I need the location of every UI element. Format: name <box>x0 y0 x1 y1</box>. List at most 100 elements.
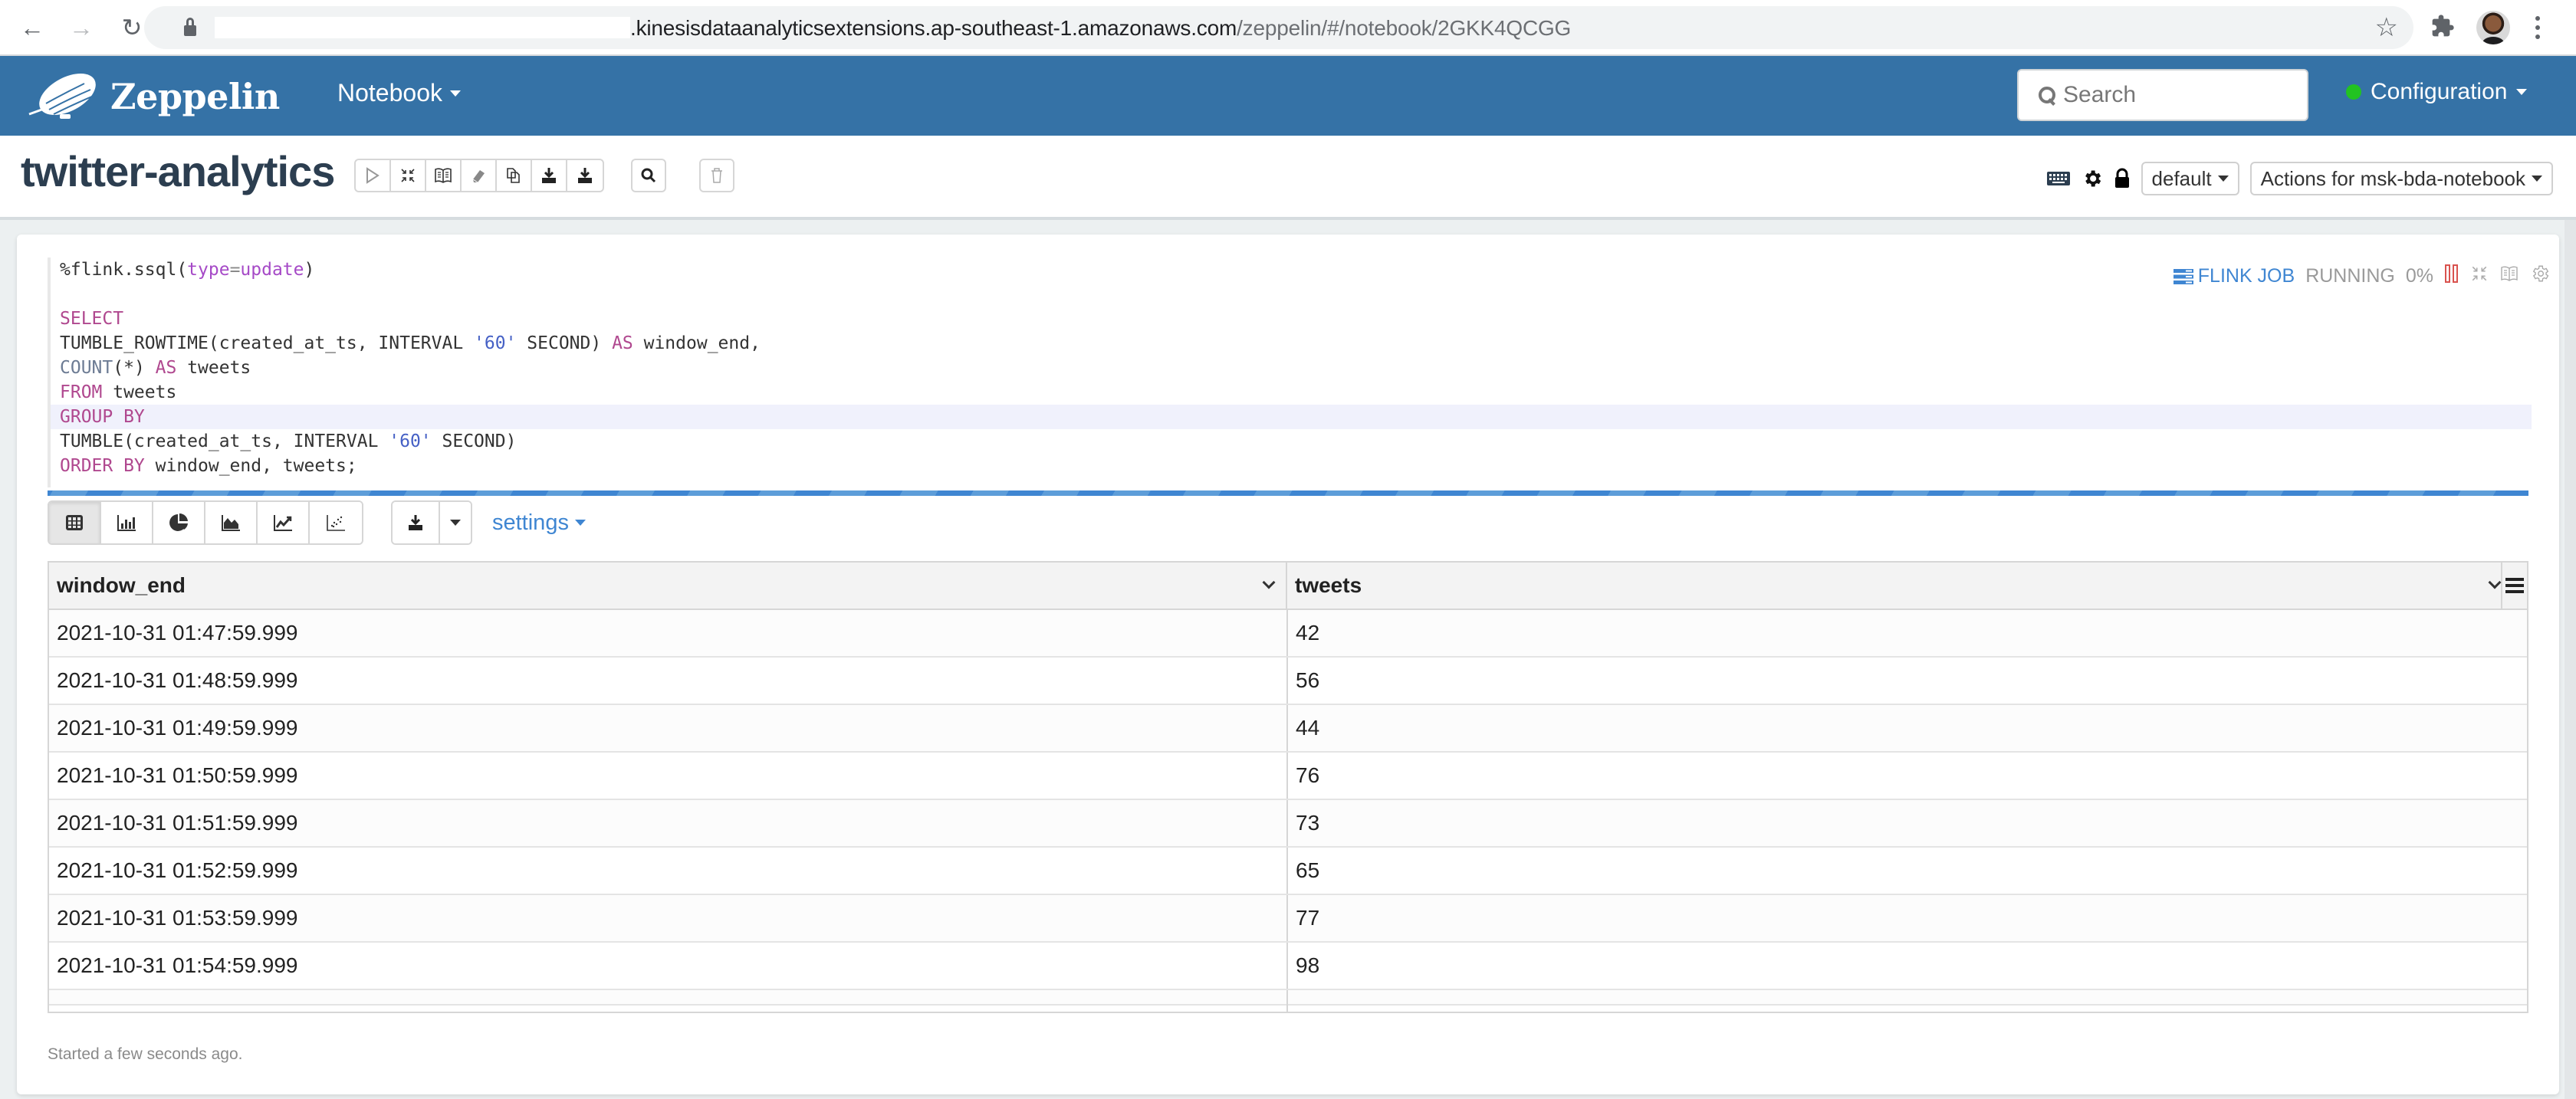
notebook-header: twitter-analytics default Actions for ms… <box>0 136 2576 220</box>
caret-down-icon <box>2532 176 2542 182</box>
table-row-partial <box>49 990 2527 1012</box>
notebook-title[interactable]: twitter-analytics <box>21 146 335 196</box>
code-token: SECOND) <box>516 333 613 353</box>
grid-menu-icon[interactable] <box>2501 563 2527 609</box>
code-line[interactable]: GROUP BY <box>51 405 2532 429</box>
column-header-tweets[interactable]: tweets <box>1287 563 2502 609</box>
pie-chart-icon <box>169 513 188 531</box>
flink-job-icon <box>2173 268 2193 284</box>
download-format-toggle[interactable] <box>440 502 471 543</box>
caret-down-icon <box>2217 176 2229 182</box>
code-token: '60' <box>389 431 432 451</box>
code-token: GROUP BY <box>60 407 145 427</box>
lock-icon[interactable] <box>2114 168 2131 189</box>
scatter-chart-button[interactable] <box>310 502 362 543</box>
code-token: (*) <box>113 358 156 378</box>
cell-tweets: 77 <box>1296 906 1320 930</box>
toggle-output-button[interactable] <box>426 160 462 191</box>
run-all-button[interactable] <box>356 160 391 191</box>
export-ipynb-button[interactable] <box>567 160 603 191</box>
code-line[interactable]: TUMBLE(created_at_ts, INTERVAL '60' SECO… <box>60 429 516 454</box>
clear-output-button[interactable] <box>462 160 497 191</box>
back-arrow-icon[interactable]: ← <box>17 12 48 43</box>
collapse-code-button[interactable] <box>391 160 426 191</box>
code-token: = <box>229 260 241 280</box>
code-line[interactable]: SELECT <box>60 307 123 331</box>
visualization-buttons <box>48 500 363 545</box>
search-field[interactable] <box>2017 69 2308 121</box>
cell-tweets: 98 <box>1296 953 1320 977</box>
paragraph-status: RUNNING <box>2305 265 2395 287</box>
forward-arrow-icon[interactable]: → <box>66 12 97 43</box>
paragraph-footer-status: Started a few seconds ago. <box>48 1045 243 1063</box>
zeppelin-home-link[interactable]: Zeppelin <box>23 70 280 123</box>
cancel-pause-icon[interactable] <box>2444 264 2459 289</box>
table-body: 2021-10-31 01:47:59.999 42 2021-10-31 01:4… <box>49 610 2527 1012</box>
settings-label: settings <box>492 510 569 535</box>
extensions-puzzle-icon[interactable] <box>2430 14 2455 44</box>
reload-icon[interactable]: ↻ <box>117 12 147 43</box>
profile-avatar[interactable] <box>2476 11 2510 44</box>
column-menu-chevron-icon[interactable] <box>1262 576 1276 589</box>
export-ipynb-icon <box>578 168 592 183</box>
notebook-header-right: default Actions for msk-bda-notebook <box>2046 162 2553 195</box>
line-chart-button[interactable] <box>258 502 310 543</box>
bar-chart-button[interactable] <box>101 502 153 543</box>
code-line[interactable]: FROM tweets <box>60 380 176 405</box>
browser-toolbar: ← → ↻ .kinesisdataanalyticsextensions.ap… <box>0 0 2576 56</box>
cell-tweets: 73 <box>1296 811 1320 835</box>
code-token: COUNT <box>60 358 113 378</box>
connection-status-dot <box>2346 84 2361 100</box>
address-bar[interactable]: .kinesisdataanalyticsextensions.ap-south… <box>144 6 2413 49</box>
toggle-editor-icon[interactable] <box>2499 264 2519 288</box>
keyboard-shortcut-icon[interactable] <box>2046 170 2071 187</box>
code-token: SECOND) <box>431 431 517 451</box>
column-header-window-end[interactable]: window_end <box>49 563 1287 609</box>
collapse-icon[interactable] <box>2470 264 2489 288</box>
results-table: window_end tweets 2021-10-31 01:47:59.99… <box>48 561 2528 1013</box>
cell-window-end: 2021-10-31 01:52:59.999 <box>49 848 1288 894</box>
table-row: 2021-10-31 01:47:59.999 42 <box>49 610 2527 658</box>
search-input[interactable] <box>2063 82 2293 108</box>
brand-name: Zeppelin <box>110 76 280 117</box>
interpreter-binding-dropdown[interactable]: default <box>2141 162 2239 195</box>
remove-notebook-button[interactable] <box>699 159 734 192</box>
export-button[interactable] <box>532 160 567 191</box>
table-view-button[interactable] <box>49 502 101 543</box>
paragraph-settings-icon[interactable] <box>2530 264 2550 289</box>
search-icon <box>2037 85 2057 105</box>
toggle-output-icon <box>435 168 452 183</box>
cell-tweets: 56 <box>1296 668 1320 692</box>
clear-output-icon <box>472 170 485 183</box>
code-line[interactable]: TUMBLE_ROWTIME(created_at_ts, INTERVAL '… <box>60 331 761 356</box>
code-line[interactable]: %flink.ssql(type=update) <box>60 258 314 282</box>
collapse-code-icon <box>401 169 415 182</box>
settings-gear-icon[interactable] <box>2082 168 2103 189</box>
code-token: type <box>187 260 230 280</box>
area-chart-button[interactable] <box>205 502 258 543</box>
page-scrollbar[interactable] <box>2564 220 2576 1099</box>
code-editor[interactable]: %flink.ssql(type=update) SELECT TUMBLE_ROW… <box>48 258 2532 487</box>
cell-tweets: 65 <box>1296 858 1320 882</box>
clone-button[interactable] <box>497 160 532 191</box>
code-token: '60' <box>474 333 517 353</box>
bookmark-star-icon[interactable]: ☆ <box>2375 12 2398 43</box>
notebook-menu[interactable]: Notebook <box>337 79 461 107</box>
search-code-button[interactable] <box>631 159 666 192</box>
code-token: TUMBLE(created_at_ts, INTERVAL <box>60 431 389 451</box>
column-menu-chevron-icon[interactable] <box>2488 576 2502 589</box>
paragraph-card: %flink.ssql(type=update) SELECT TUMBLE_ROW… <box>17 235 2559 1094</box>
visualization-settings-toggle[interactable]: settings <box>492 510 586 536</box>
cell-window-end: 2021-10-31 01:53:59.999 <box>49 895 1288 941</box>
configuration-menu[interactable]: Configuration <box>2346 79 2528 105</box>
notebook-actions-dropdown[interactable]: Actions for msk-bda-notebook <box>2249 162 2553 195</box>
menu-kebab-icon[interactable] <box>2530 11 2545 44</box>
notebook-menu-label: Notebook <box>337 79 442 107</box>
code-token: ORDER BY <box>60 456 145 476</box>
lock-icon[interactable] <box>184 18 196 36</box>
download-button[interactable] <box>393 502 440 543</box>
pie-chart-button[interactable] <box>153 502 205 543</box>
flink-job-link[interactable]: FLINK JOB <box>2173 265 2295 287</box>
code-line[interactable]: COUNT(*) AS tweets <box>60 356 251 380</box>
code-line[interactable]: ORDER BY window_end, tweets; <box>60 454 357 478</box>
